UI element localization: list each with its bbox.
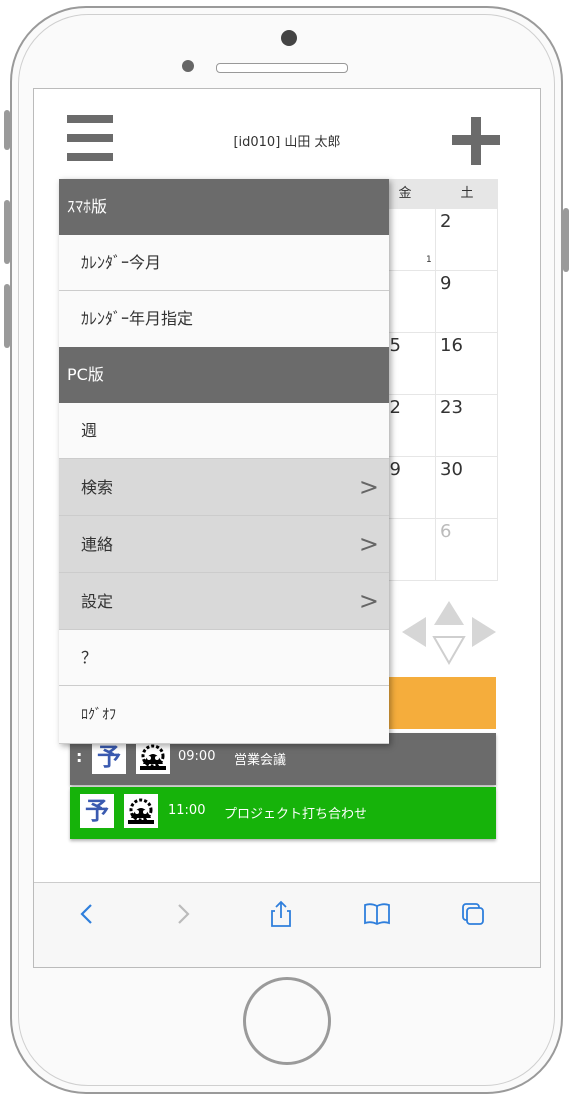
calendar-day-cell[interactable]: 2: [436, 209, 498, 271]
volume-up-button: [4, 200, 10, 264]
screen: [id010] 山田 太郎 金 土 1 2 9 15 16 22 23 29 3…: [33, 88, 541, 968]
next-arrow-icon[interactable]: [472, 617, 496, 647]
menu-item-settings[interactable]: 設定 >: [59, 573, 389, 630]
menu-item-logoff[interactable]: ﾛｸﾞｵﾌ: [59, 686, 389, 744]
schedule-badge-icon: 予: [92, 740, 126, 774]
calendar-day-cell[interactable]: 30: [436, 457, 498, 519]
up-arrow-icon[interactable]: [434, 601, 464, 625]
power-button: [563, 208, 569, 272]
proximity-sensor: [182, 60, 194, 72]
event-marker: :: [76, 747, 83, 766]
side-drawer-menu: ｽﾏﾎ版 ｶﾚﾝﾀﾞｰ今月 ｶﾚﾝﾀﾞｰ年月指定 PC版 週 検索 > 連絡 > 設…: [59, 179, 389, 744]
browser-toolbar: [34, 882, 540, 967]
chevron-right-icon: >: [358, 473, 379, 501]
front-camera: [281, 30, 297, 46]
earpiece-speaker: [216, 63, 348, 73]
menu-item-week[interactable]: 週: [59, 403, 389, 459]
drawer-section-pc: PC版: [59, 347, 389, 403]
chevron-left-icon[interactable]: [72, 899, 102, 929]
drawer-section-smartphone: ｽﾏﾎ版: [59, 179, 389, 235]
chevron-right-icon: >: [358, 530, 379, 558]
chevron-right-icon[interactable]: [168, 899, 198, 929]
user-avatar-icon: [136, 740, 170, 774]
home-button[interactable]: [243, 977, 331, 1065]
user-avatar-icon: [124, 794, 158, 828]
menu-item-calendar-select-month[interactable]: ｶﾚﾝﾀﾞｰ年月指定: [59, 291, 389, 347]
event-time: 09:00: [178, 749, 216, 764]
event-title: 営業会議: [234, 753, 287, 768]
mute-switch: [4, 110, 10, 150]
volume-down-button: [4, 284, 10, 348]
prev-arrow-icon[interactable]: [402, 617, 426, 647]
schedule-badge-icon: 予: [80, 794, 114, 828]
calendar-day-cell[interactable]: 16: [436, 333, 498, 395]
menu-item-contact[interactable]: 連絡 >: [59, 516, 389, 573]
event-title: プロジェクト打ち合わせ: [224, 807, 368, 822]
tabs-icon[interactable]: [458, 899, 488, 929]
menu-item-help[interactable]: ？: [59, 630, 389, 686]
calendar-day-cell[interactable]: 23: [436, 395, 498, 457]
add-plus-icon[interactable]: [452, 117, 500, 165]
down-arrow-icon[interactable]: [432, 635, 466, 665]
menu-item-search[interactable]: 検索 >: [59, 459, 389, 516]
chevron-right-icon: >: [358, 587, 379, 615]
book-icon[interactable]: [362, 899, 392, 929]
calendar-day-cell[interactable]: 9: [436, 271, 498, 333]
event-row[interactable]: 予 11:00 プロジェクト打ち合わせ: [70, 787, 496, 839]
share-icon[interactable]: [266, 899, 296, 929]
calendar-header-sat: 土: [436, 179, 498, 209]
event-time: 11:00: [168, 803, 206, 818]
calendar-day-cell[interactable]: 6: [436, 519, 498, 581]
menu-item-calendar-this-month[interactable]: ｶﾚﾝﾀﾞｰ今月: [59, 235, 389, 291]
event-count-badge: 1: [426, 255, 432, 265]
